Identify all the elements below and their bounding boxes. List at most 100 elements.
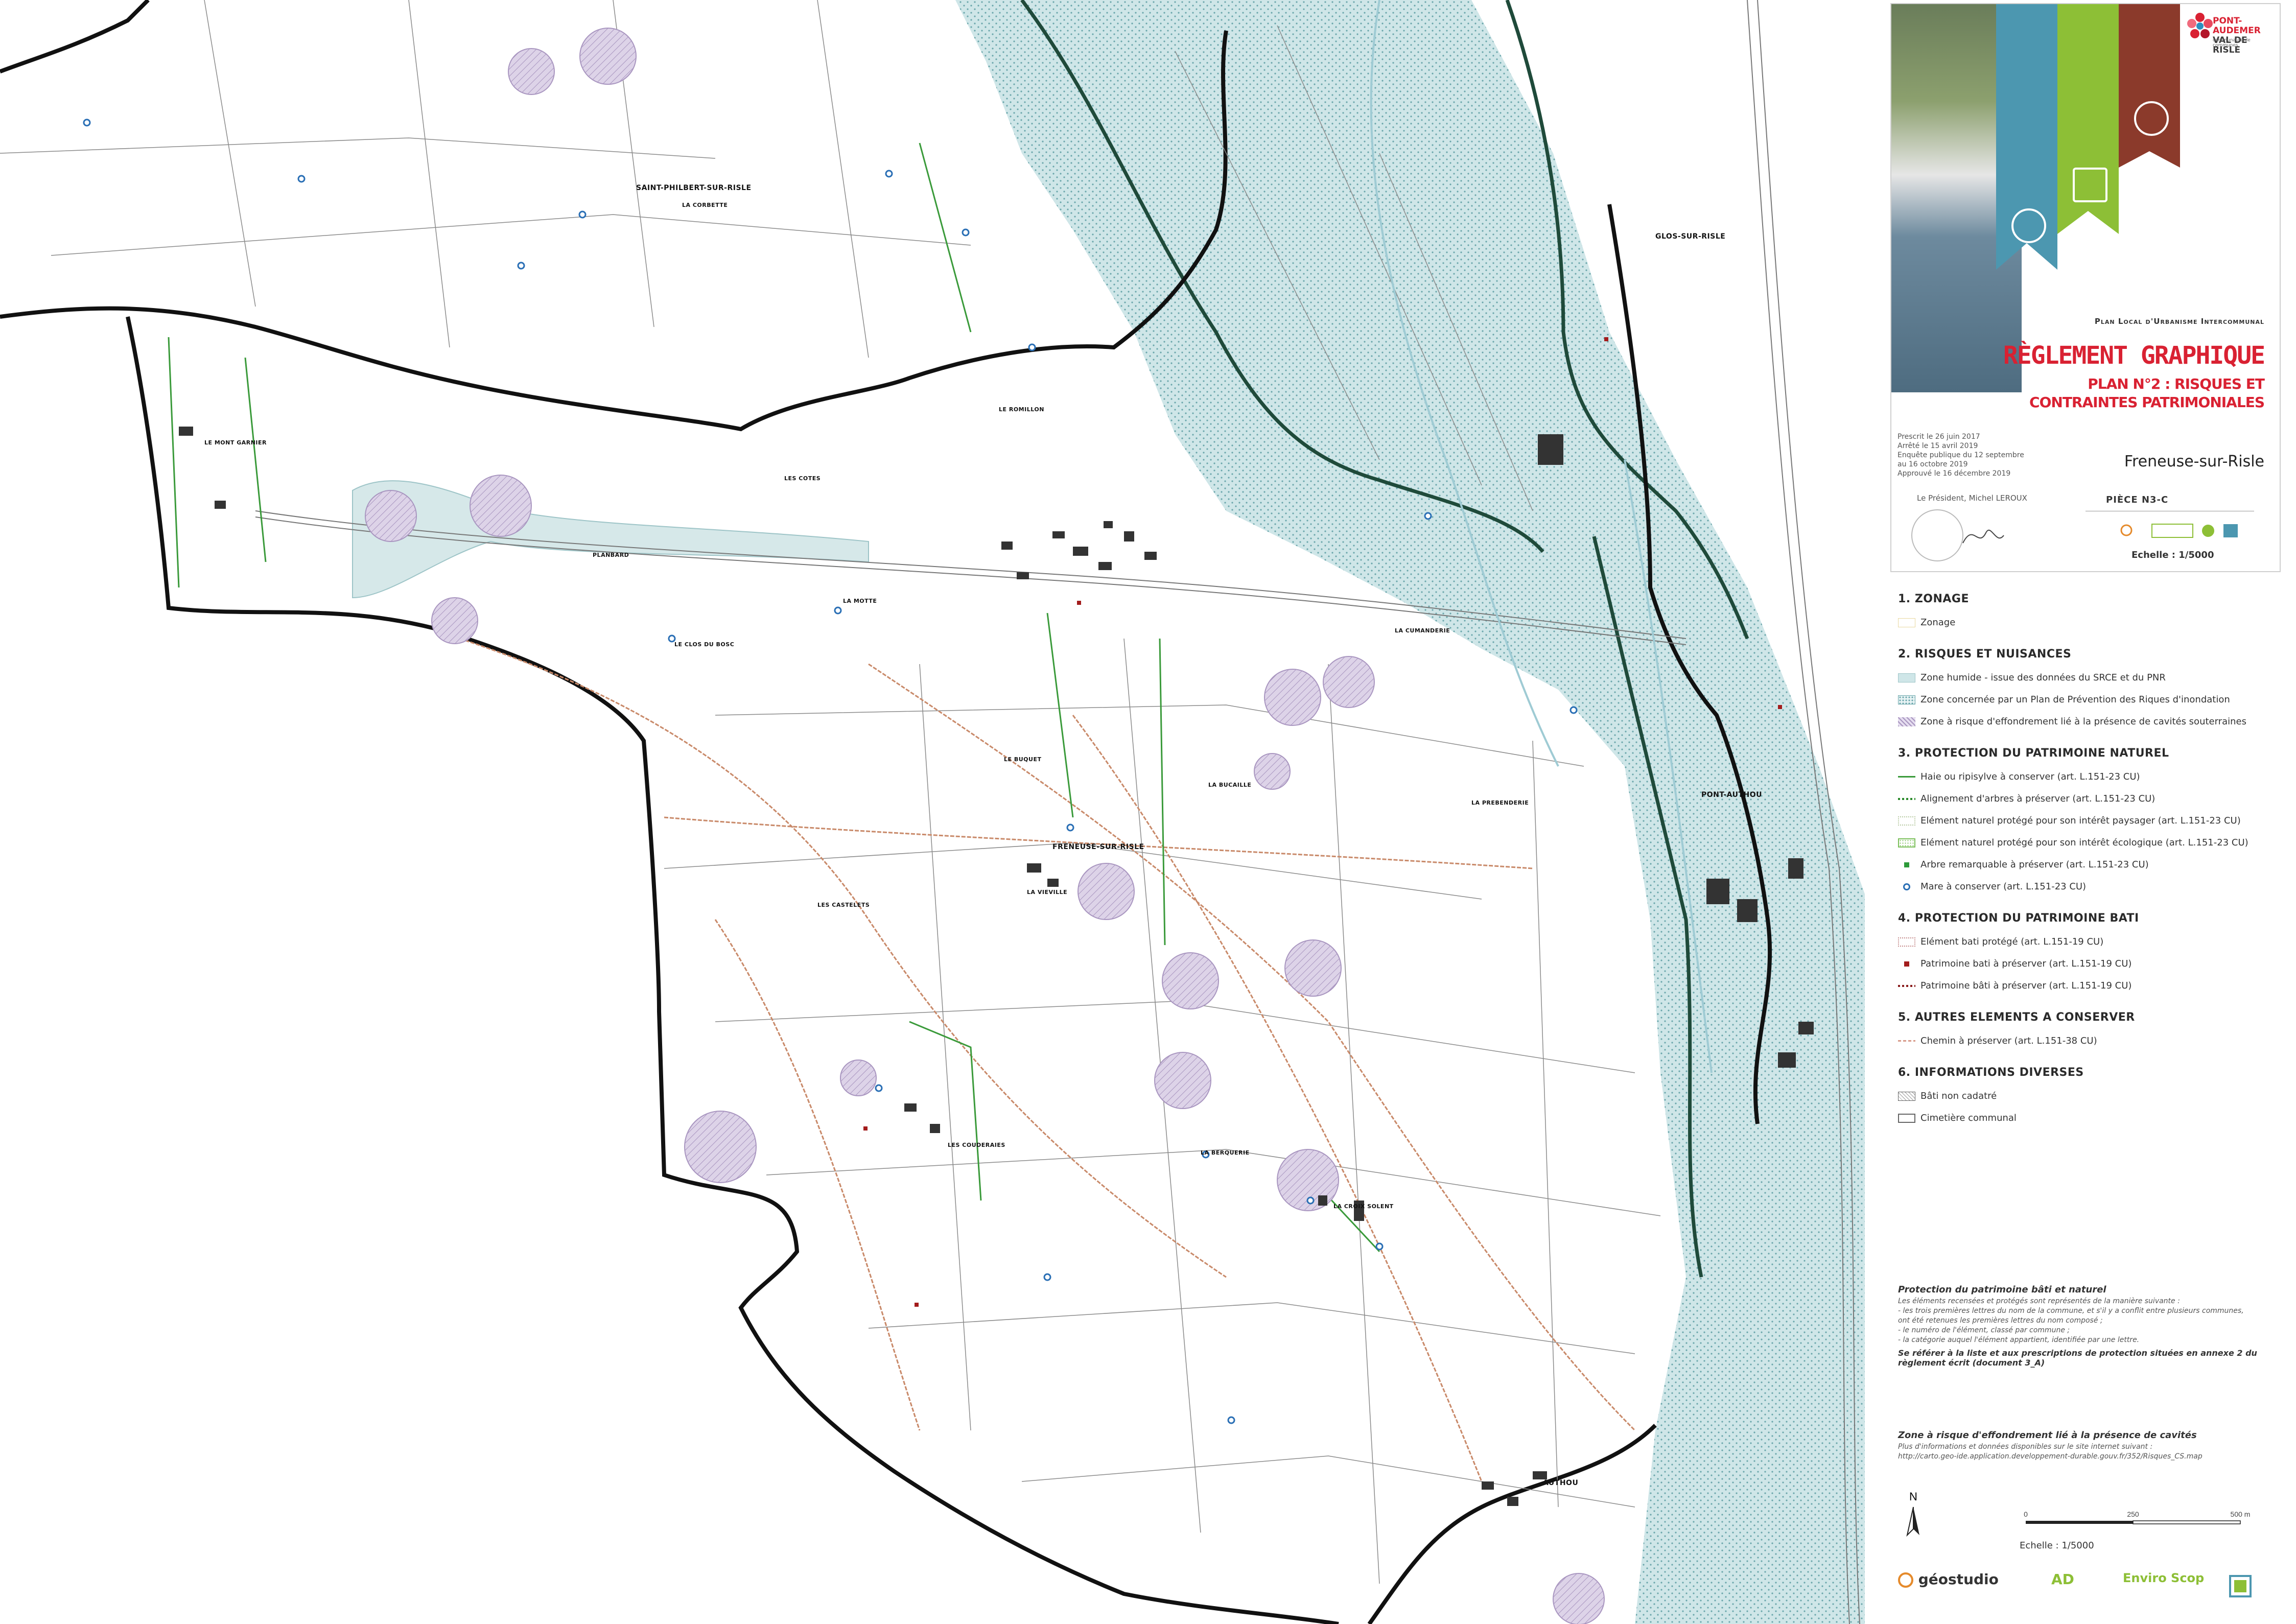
haie-swatch [1898, 776, 1915, 778]
scale-block: N 0 250 500 m Echelle : 1/5000 [1898, 1489, 2286, 1561]
chemin-swatch [1898, 1040, 1915, 1042]
footer-logos: géostudio AD Enviro Scop [1898, 1566, 2286, 1612]
cavites-link[interactable]: http://carto.geo-ide.application.develop… [1898, 1452, 2286, 1462]
place-les-couderaies: LES COUDERAIES [948, 1142, 1005, 1148]
legend-item: Bâti non cadatré [1898, 1085, 2286, 1107]
scale-text: Echelle : 1/5000 [2131, 550, 2214, 560]
place-la-corbette: LA CORBETTE [682, 202, 728, 208]
legend-section-infos: 6. INFORMATIONS DIVERSES Bâti non cadatr… [1898, 1066, 2286, 1129]
cavites-note: Zone à risque d'effondrement lié à la pr… [1898, 1430, 2286, 1462]
cimetiere-swatch [1898, 1113, 1915, 1123]
place-freneuse: FRENEUSE-SUR-RISLE [1052, 843, 1144, 851]
place-la-cumanderie: LA CUMANDERIE [1395, 627, 1450, 634]
legend-item: Haie ou ripisylve à conserver (art. L.15… [1898, 766, 2286, 788]
title-block: PONT-AUDEMER VAL DE RISLE communauté de … [1890, 3, 2281, 572]
legend-item: Zone à risque d'effondrement lié à la pr… [1898, 711, 2286, 733]
commune-name: Freneuse-sur-Risle [2124, 453, 2264, 470]
scale-label: Echelle : 1/5000 [2020, 1540, 2094, 1551]
place-la-prebenderie: LA PREBENDERIE [1471, 799, 1529, 806]
plan-line1: PLAN N°2 : RISQUES ET [2088, 375, 2265, 392]
legend-item: Chemin à préserver (art. L.151-38 CU) [1898, 1030, 2286, 1052]
section-title: 3. PROTECTION DU PATRIMOINE NATUREL [1898, 747, 2169, 760]
place-la-motte: LA MOTTE [843, 598, 877, 604]
legend-item: Arbre remarquable à préserver (art. L.15… [1898, 854, 2286, 876]
plan-intercommunal: Plan Local d'Urbanisme Intercommunal [2094, 317, 2264, 326]
place-saint-philbert: SAINT-PHILBERT-SUR-RISLE [636, 184, 752, 192]
head-icon [2011, 208, 2046, 243]
cavites-title: Zone à risque d'effondrement lié à la pr… [1898, 1430, 2197, 1441]
bati-ligne-swatch [1898, 984, 1915, 987]
partner-cube-icon [2229, 1575, 2252, 1597]
place-la-berquerie: LA BERQUERIE [1201, 1149, 1250, 1156]
place-les-castelets: LES CASTELETS [817, 902, 870, 908]
legend-item: Zonage [1898, 611, 2286, 633]
place-les-cotes: LES COTES [784, 475, 821, 482]
north-label: N [1909, 1490, 1917, 1503]
legend-section-risques: 2. RISQUES ET NUISANCES Zone humide - is… [1898, 648, 2286, 733]
wetland-west [352, 480, 869, 599]
partner-logos [2120, 524, 2238, 538]
legend-item: Zone humide - issue des données du SRCE … [1898, 667, 2286, 689]
piece-number: PIÈCE N3-C [2106, 495, 2169, 505]
wetland-zone [955, 0, 1865, 1624]
ecologique-swatch [1898, 838, 1915, 848]
svg-text:0: 0 [2024, 1510, 2028, 1518]
logo-line1: PONT-AUDEMER [2213, 16, 2261, 36]
legend-item: Patrimoine bâti à préserver (art. L.151-… [1898, 975, 2286, 997]
logo-sub: communauté de communes [2213, 38, 2251, 48]
building-icon [2073, 168, 2107, 202]
place-glos: GLOS-SUR-RISLE [1655, 232, 1726, 241]
logo-pont-audemer: PONT-AUDEMER VAL DE RISLE communauté de … [2185, 11, 2277, 78]
notes-reference: Se référer à la liste et aux prescriptio… [1898, 1348, 2257, 1368]
section-title: 5. AUTRES ELEMENTS A CONSERVER [1898, 1011, 2135, 1024]
ad-logo: AD [2051, 1571, 2074, 1588]
bati-point-swatch [1904, 961, 1909, 967]
procedure-dates: Prescrit le 26 juin 2017 Arrêté le 15 av… [1897, 433, 2024, 478]
place-la-vieville: LA VIEVILLE [1027, 889, 1068, 896]
geostudio-logo: géostudio [1898, 1571, 1999, 1588]
place-planbard: PLANBARD [593, 552, 629, 558]
section-title: 4. PROTECTION DU PATRIMOINE BATI [1898, 912, 2139, 925]
humide-swatch [1898, 673, 1915, 682]
place-authou: AUTHOU [1543, 1479, 1579, 1487]
map-area[interactable]: SAINT-PHILBERT-SUR-RISLE GLOS-SUR-RISLE … [0, 0, 1865, 1624]
legend-item: Mare à conserver (art. L.151-23 CU) [1898, 876, 2286, 898]
cavite-swatch [1898, 717, 1915, 726]
ribbon-blue [1996, 4, 2057, 270]
section-title: 6. INFORMATIONS DIVERSES [1898, 1066, 2084, 1079]
mare-swatch [1903, 883, 1910, 890]
legend-item: Elément bati protégé (art. L.151-19 CU) [1898, 931, 2286, 953]
legend-item: Elément naturel protégé pour son intérêt… [1898, 832, 2286, 854]
enviroscop-logo: Enviro Scop [2123, 1571, 2205, 1585]
legend-item: Patrimoine bati à préserver (art. L.151-… [1898, 953, 2286, 975]
legend-section-zonage: 1. ZONAGE Zonage [1898, 593, 2286, 633]
place-la-bucaille: LA BUCAILLE [1208, 782, 1252, 788]
geostudio-pin-icon [1898, 1572, 1913, 1588]
svg-text:250: 250 [2127, 1510, 2139, 1518]
section-title: 2. RISQUES ET NUISANCES [1898, 648, 2072, 661]
commune-outline [126, 316, 1339, 1624]
notes-title: Protection du patrimoine bâti et naturel [1898, 1284, 2106, 1295]
bati-protege-swatch [1898, 937, 1915, 947]
signature-stamp [1911, 509, 2004, 561]
legend-section-bati: 4. PROTECTION DU PATRIMOINE BATI Elément… [1898, 912, 2286, 997]
commune-boundary [0, 0, 150, 74]
place-le-mont-garnier: LE MONT GARNIER [204, 439, 267, 446]
place-le-romillon: LE ROMILLON [999, 406, 1044, 413]
plant-hand-icon [2134, 101, 2169, 136]
plan-title: PLAN N°2 : RISQUES ET CONTRAINTES PATRIM… [2029, 375, 2265, 412]
place-le-buquet: LE BUQUET [1004, 756, 1042, 763]
bati-non-swatch [1898, 1091, 1915, 1101]
protection-notes: Protection du patrimoine bâti et naturel… [1898, 1285, 2286, 1368]
ppri-swatch [1898, 695, 1915, 704]
zonage-swatch [1898, 618, 1915, 627]
president: Le Président, Michel LEROUX [1917, 493, 2027, 503]
chemins [459, 638, 1636, 1482]
legend-section-autres: 5. AUTRES ELEMENTS A CONSERVER Chemin à … [1898, 1011, 2286, 1052]
ribbon-green [2057, 4, 2119, 234]
legend-section-naturel: 3. PROTECTION DU PATRIMOINE NATUREL Haie… [1898, 747, 2286, 898]
plan-line2: CONTRAINTES PATRIMONIALES [2029, 394, 2265, 411]
section-title: 1. ZONAGE [1898, 593, 1970, 605]
legend-item: Zone concernée par un Plan de Prévention… [1898, 689, 2286, 711]
map-canvas [0, 0, 1865, 1624]
